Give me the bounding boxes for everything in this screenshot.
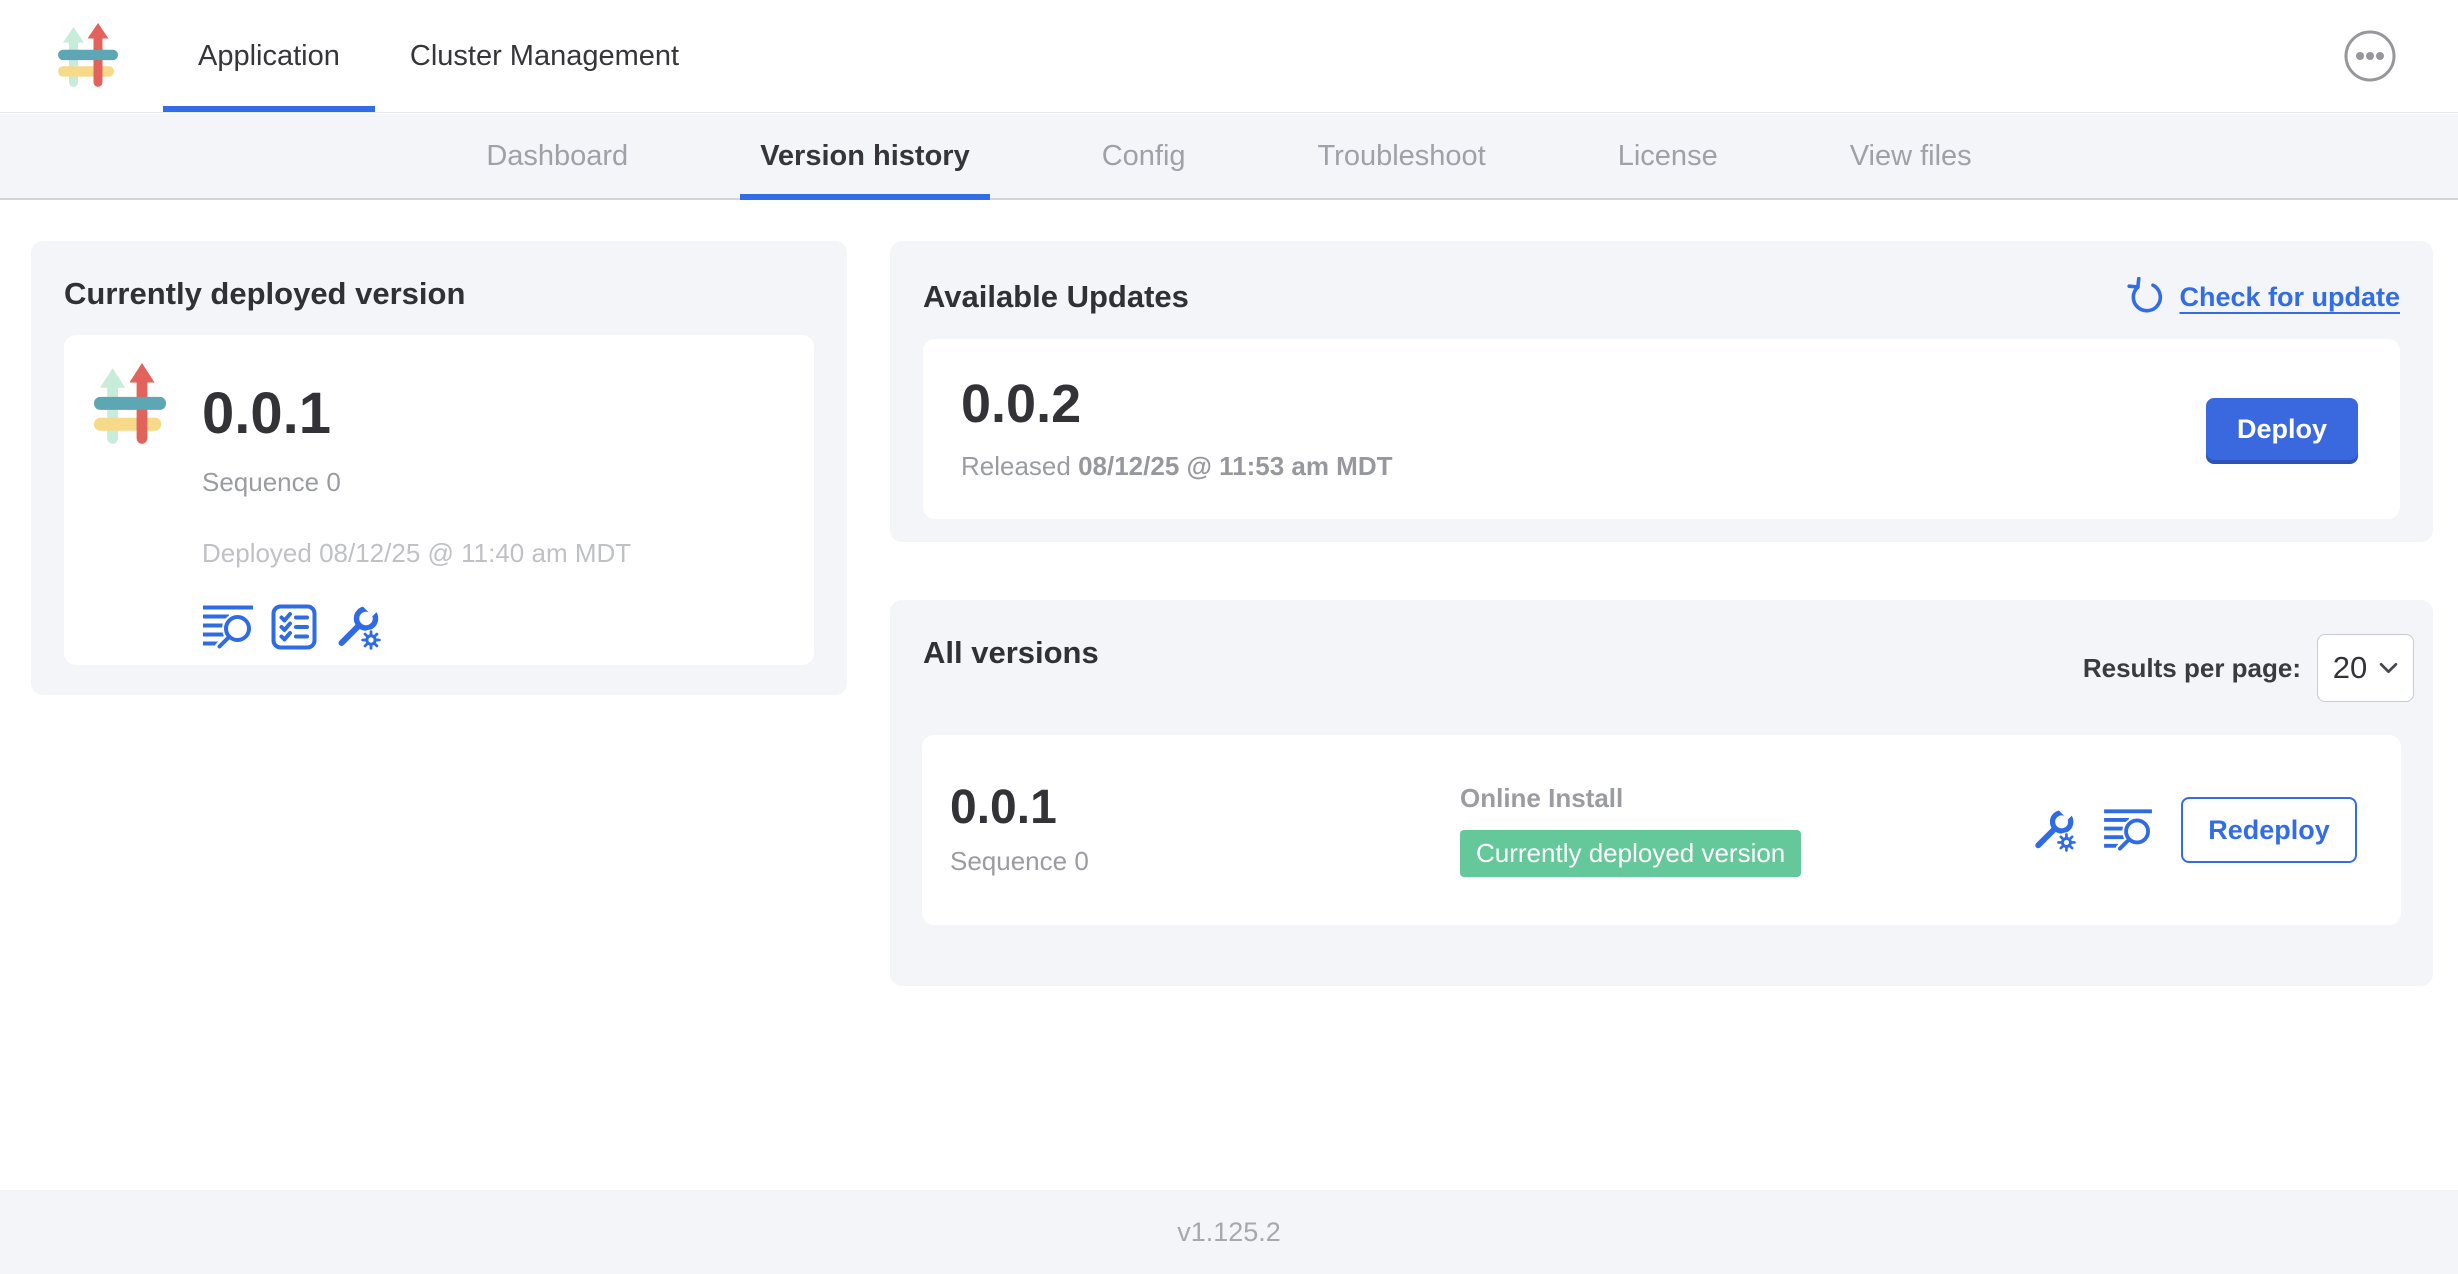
- ellipsis-in-circle-icon: [2343, 71, 2397, 86]
- all-versions-card: All versions Results per page: 20 0.0.1 …: [890, 600, 2433, 986]
- subnav-item-troubleshoot[interactable]: Troubleshoot: [1298, 114, 1506, 198]
- release-notes-icon[interactable]: [2103, 808, 2153, 852]
- check-for-update-label: Check for update: [2179, 282, 2400, 313]
- released-date: 08/12/25 @ 11:53 am MDT: [1078, 451, 1392, 481]
- results-per-page: Results per page: 20: [2083, 634, 2414, 702]
- row-version-number: 0.0.1: [950, 784, 1460, 832]
- currently-deployed-card: Currently deployed version 0.0.1 Sequenc…: [31, 241, 847, 695]
- redeploy-button[interactable]: Redeploy: [2181, 797, 2357, 863]
- version-row-status: Online Install Currently deployed versio…: [1460, 783, 1801, 877]
- available-updates-header: Available Updates Check for update: [923, 277, 2400, 317]
- update-released-timestamp: Released 08/12/25 @ 11:53 am MDT: [961, 451, 1393, 482]
- tab-application-label: Application: [198, 40, 340, 73]
- config-icon[interactable]: [334, 603, 382, 651]
- current-version-sequence: Sequence 0: [202, 467, 341, 498]
- subnav-dashboard-label: Dashboard: [486, 140, 628, 173]
- admin-console-page: Application Cluster Management Dashboard…: [0, 0, 2458, 1274]
- app-header: Application Cluster Management: [0, 0, 2458, 113]
- subnav-item-license[interactable]: License: [1598, 114, 1738, 198]
- results-per-page-select[interactable]: 20: [2317, 634, 2414, 702]
- deploy-button[interactable]: Deploy: [2206, 398, 2358, 460]
- install-type-label: Online Install: [1460, 783, 1801, 814]
- refresh-icon: [2126, 277, 2166, 317]
- app-logo-icon: [58, 23, 118, 91]
- results-per-page-value: 20: [2333, 650, 2367, 686]
- current-version-number: 0.0.1: [202, 385, 331, 443]
- subnav-version-history-label: Version history: [760, 140, 970, 173]
- subnav-view-files-label: View files: [1850, 140, 1972, 173]
- tab-cluster-management[interactable]: Cluster Management: [375, 0, 714, 112]
- app-subnav: Dashboard Version history Config Trouble…: [0, 114, 2458, 200]
- chevron-down-icon: [2379, 662, 2398, 674]
- console-version-label: v1.125.2: [1177, 1217, 1281, 1248]
- available-update-row: 0.0.2 Released 08/12/25 @ 11:53 am MDT D…: [923, 339, 2400, 519]
- release-notes-icon[interactable]: [202, 604, 254, 650]
- currently-deployed-title: Currently deployed version: [64, 277, 814, 311]
- current-version-actions: [202, 603, 382, 651]
- available-updates-card: Available Updates Check for update 0.0.2…: [890, 241, 2433, 542]
- version-row: 0.0.1 Sequence 0 Online Install Currentl…: [922, 735, 2401, 925]
- row-version-sequence: Sequence 0: [950, 846, 1460, 877]
- available-update-details: 0.0.2 Released 08/12/25 @ 11:53 am MDT: [961, 377, 1393, 482]
- currently-deployed-badge: Currently deployed version: [1460, 830, 1801, 877]
- subnav-item-config[interactable]: Config: [1082, 114, 1206, 198]
- subnav-item-view-files[interactable]: View files: [1830, 114, 1992, 198]
- config-icon[interactable]: [2031, 807, 2077, 853]
- current-version-details: 0.0.1 Sequence 0 Deployed 08/12/25 @ 11:…: [202, 363, 631, 637]
- subnav-item-version-history[interactable]: Version history: [740, 114, 990, 198]
- tab-application[interactable]: Application: [163, 0, 375, 112]
- console-footer: v1.125.2: [0, 1190, 2458, 1274]
- version-row-details: 0.0.1 Sequence 0: [950, 784, 1460, 877]
- subnav-troubleshoot-label: Troubleshoot: [1318, 140, 1486, 173]
- app-logo-icon: [94, 363, 166, 449]
- currently-deployed-version-panel: 0.0.1 Sequence 0 Deployed 08/12/25 @ 11:…: [64, 335, 814, 665]
- overflow-menu-button[interactable]: [2343, 29, 2397, 83]
- all-versions-header: All versions Results per page: 20: [923, 636, 2400, 670]
- released-prefix: Released: [961, 451, 1078, 481]
- preflight-checks-icon[interactable]: [271, 604, 317, 650]
- available-updates-title: Available Updates: [923, 280, 1189, 314]
- current-version-deployed-timestamp: Deployed 08/12/25 @ 11:40 am MDT: [202, 538, 631, 569]
- check-for-update-link[interactable]: Check for update: [2126, 277, 2400, 317]
- subnav-item-dashboard[interactable]: Dashboard: [466, 114, 648, 198]
- top-tab-bar: Application Cluster Management: [163, 0, 714, 112]
- version-row-actions: [2031, 807, 2153, 853]
- update-version-number: 0.0.2: [961, 377, 1393, 431]
- tab-cluster-management-label: Cluster Management: [410, 40, 679, 73]
- subnav-license-label: License: [1618, 140, 1718, 173]
- subnav-config-label: Config: [1102, 140, 1186, 173]
- results-per-page-label: Results per page:: [2083, 653, 2301, 684]
